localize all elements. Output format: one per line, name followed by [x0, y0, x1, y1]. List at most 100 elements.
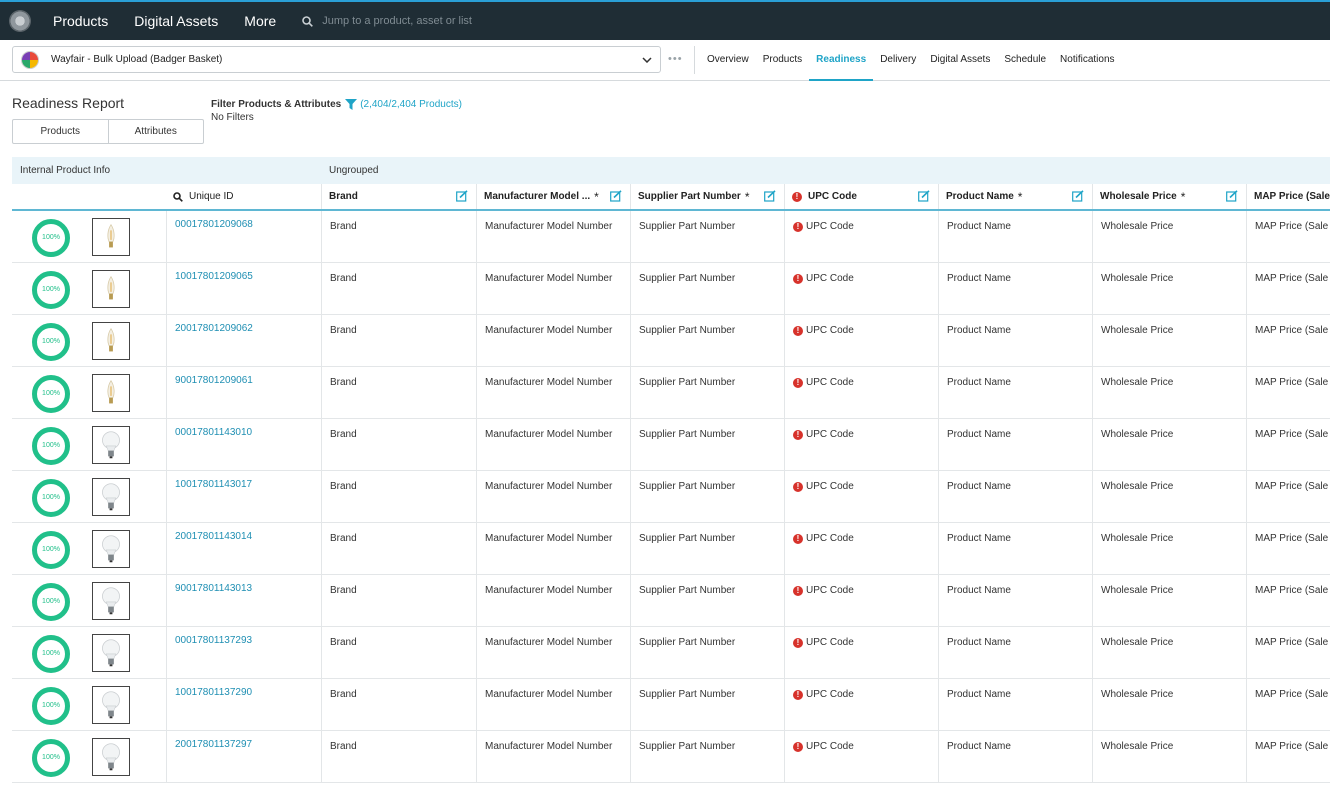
product-name-cell[interactable]: Product Name — [939, 315, 1093, 367]
app-logo-icon[interactable] — [9, 10, 31, 32]
spn-cell[interactable]: Supplier Part Number — [631, 263, 785, 315]
nav-more[interactable]: More — [244, 13, 276, 29]
spn-cell[interactable]: Supplier Part Number — [631, 679, 785, 731]
tab-products[interactable]: Products — [756, 40, 809, 81]
header-supplier-part-number[interactable]: Supplier Part Number * — [631, 184, 785, 209]
map-price-cell[interactable]: MAP Price (Sale — [1247, 575, 1330, 627]
readiness-ring[interactable]: 100% — [32, 531, 70, 569]
header-unique-id[interactable]: Unique ID — [167, 184, 322, 209]
map-price-cell[interactable]: MAP Price (Sale — [1247, 263, 1330, 315]
tab-schedule[interactable]: Schedule — [997, 40, 1053, 81]
mmn-cell[interactable]: Manufacturer Model Number — [477, 315, 631, 367]
map-price-cell[interactable]: MAP Price (Sale — [1247, 315, 1330, 367]
brand-cell[interactable]: Brand — [322, 367, 477, 419]
filament-bulb-thumbnail[interactable] — [92, 374, 130, 412]
upc-cell[interactable]: ! UPC Code — [785, 315, 939, 367]
wholesale-price-cell[interactable]: Wholesale Price — [1093, 471, 1247, 523]
nav-products[interactable]: Products — [53, 13, 108, 29]
header-product-name[interactable]: Product Name * — [939, 184, 1093, 209]
search-input[interactable] — [322, 15, 623, 27]
brand-cell[interactable]: Brand — [322, 211, 477, 263]
spn-cell[interactable]: Supplier Part Number — [631, 731, 785, 783]
filament-bulb-thumbnail[interactable] — [92, 270, 130, 308]
product-name-cell[interactable]: Product Name — [939, 419, 1093, 471]
upc-cell[interactable]: ! UPC Code — [785, 523, 939, 575]
mmn-cell[interactable]: Manufacturer Model Number — [477, 523, 631, 575]
upc-cell[interactable]: ! UPC Code — [785, 731, 939, 783]
wholesale-price-cell[interactable]: Wholesale Price — [1093, 523, 1247, 575]
upc-cell[interactable]: ! UPC Code — [785, 627, 939, 679]
led-bulb-thumbnail[interactable] — [92, 686, 130, 724]
product-name-cell[interactable]: Product Name — [939, 471, 1093, 523]
brand-cell[interactable]: Brand — [322, 523, 477, 575]
tab-overview[interactable]: Overview — [700, 40, 756, 81]
map-price-cell[interactable]: MAP Price (Sale — [1247, 211, 1330, 263]
mmn-cell[interactable]: Manufacturer Model Number — [477, 471, 631, 523]
spn-cell[interactable]: Supplier Part Number — [631, 627, 785, 679]
header-brand[interactable]: Brand — [322, 184, 477, 209]
spn-cell[interactable]: Supplier Part Number — [631, 575, 785, 627]
brand-cell[interactable]: Brand — [322, 627, 477, 679]
unique-id-link[interactable]: 00017801137293 — [167, 627, 322, 679]
upc-cell[interactable]: ! UPC Code — [785, 211, 939, 263]
edit-icon[interactable] — [456, 190, 468, 202]
spn-cell[interactable]: Supplier Part Number — [631, 211, 785, 263]
unique-id-link[interactable]: 20017801137297 — [167, 731, 322, 783]
edit-icon[interactable] — [764, 190, 776, 202]
tab-readiness[interactable]: Readiness — [809, 40, 874, 81]
filament-bulb-thumbnail[interactable] — [92, 322, 130, 360]
spn-cell[interactable]: Supplier Part Number — [631, 367, 785, 419]
unique-id-link[interactable]: 90017801143013 — [167, 575, 322, 627]
edit-icon[interactable] — [918, 190, 930, 202]
readiness-ring[interactable]: 100% — [32, 219, 70, 257]
brand-cell[interactable]: Brand — [322, 471, 477, 523]
product-name-cell[interactable]: Product Name — [939, 367, 1093, 419]
wholesale-price-cell[interactable]: Wholesale Price — [1093, 315, 1247, 367]
filter-link[interactable]: Filter Products & Attributes (2,404/2,40… — [211, 99, 462, 110]
unique-id-link[interactable]: 10017801137290 — [167, 679, 322, 731]
readiness-ring[interactable]: 100% — [32, 323, 70, 361]
readiness-ring[interactable]: 100% — [32, 271, 70, 309]
unique-id-link[interactable]: 00017801143010 — [167, 419, 322, 471]
product-name-cell[interactable]: Product Name — [939, 627, 1093, 679]
led-bulb-thumbnail[interactable] — [92, 426, 130, 464]
led-bulb-thumbnail[interactable] — [92, 738, 130, 776]
brand-cell[interactable]: Brand — [322, 315, 477, 367]
brand-cell[interactable]: Brand — [322, 575, 477, 627]
upc-cell[interactable]: ! UPC Code — [785, 419, 939, 471]
mmn-cell[interactable]: Manufacturer Model Number — [477, 419, 631, 471]
product-name-cell[interactable]: Product Name — [939, 731, 1093, 783]
readiness-ring[interactable]: 100% — [32, 479, 70, 517]
mmn-cell[interactable]: Manufacturer Model Number — [477, 367, 631, 419]
wholesale-price-cell[interactable]: Wholesale Price — [1093, 211, 1247, 263]
led-bulb-thumbnail[interactable] — [92, 530, 130, 568]
spn-cell[interactable]: Supplier Part Number — [631, 471, 785, 523]
wholesale-price-cell[interactable]: Wholesale Price — [1093, 263, 1247, 315]
readiness-ring[interactable]: 100% — [32, 427, 70, 465]
map-price-cell[interactable]: MAP Price (Sale — [1247, 471, 1330, 523]
brand-cell[interactable]: Brand — [322, 263, 477, 315]
mmn-cell[interactable]: Manufacturer Model Number — [477, 263, 631, 315]
upc-cell[interactable]: ! UPC Code — [785, 263, 939, 315]
nav-digital-assets[interactable]: Digital Assets — [134, 13, 218, 29]
map-price-cell[interactable]: MAP Price (Sale — [1247, 523, 1330, 575]
channel-dropdown[interactable]: Wayfair - Bulk Upload (Badger Basket) — [12, 46, 661, 73]
mmn-cell[interactable]: Manufacturer Model Number — [477, 679, 631, 731]
unique-id-link[interactable]: 10017801143017 — [167, 471, 322, 523]
edit-icon[interactable] — [1072, 190, 1084, 202]
header-upc-code[interactable]: ! UPC Code — [785, 184, 939, 209]
spn-cell[interactable]: Supplier Part Number — [631, 419, 785, 471]
product-name-cell[interactable]: Product Name — [939, 211, 1093, 263]
mmn-cell[interactable]: Manufacturer Model Number — [477, 731, 631, 783]
product-name-cell[interactable]: Product Name — [939, 523, 1093, 575]
upc-cell[interactable]: ! UPC Code — [785, 367, 939, 419]
led-bulb-thumbnail[interactable] — [92, 478, 130, 516]
upc-cell[interactable]: ! UPC Code — [785, 471, 939, 523]
unique-id-link[interactable]: 90017801209061 — [167, 367, 322, 419]
wholesale-price-cell[interactable]: Wholesale Price — [1093, 575, 1247, 627]
map-price-cell[interactable]: MAP Price (Sale — [1247, 731, 1330, 783]
unique-id-link[interactable]: 10017801209065 — [167, 263, 322, 315]
toggle-products-button[interactable]: Products — [13, 120, 109, 143]
tab-notifications[interactable]: Notifications — [1053, 40, 1121, 81]
brand-cell[interactable]: Brand — [322, 731, 477, 783]
